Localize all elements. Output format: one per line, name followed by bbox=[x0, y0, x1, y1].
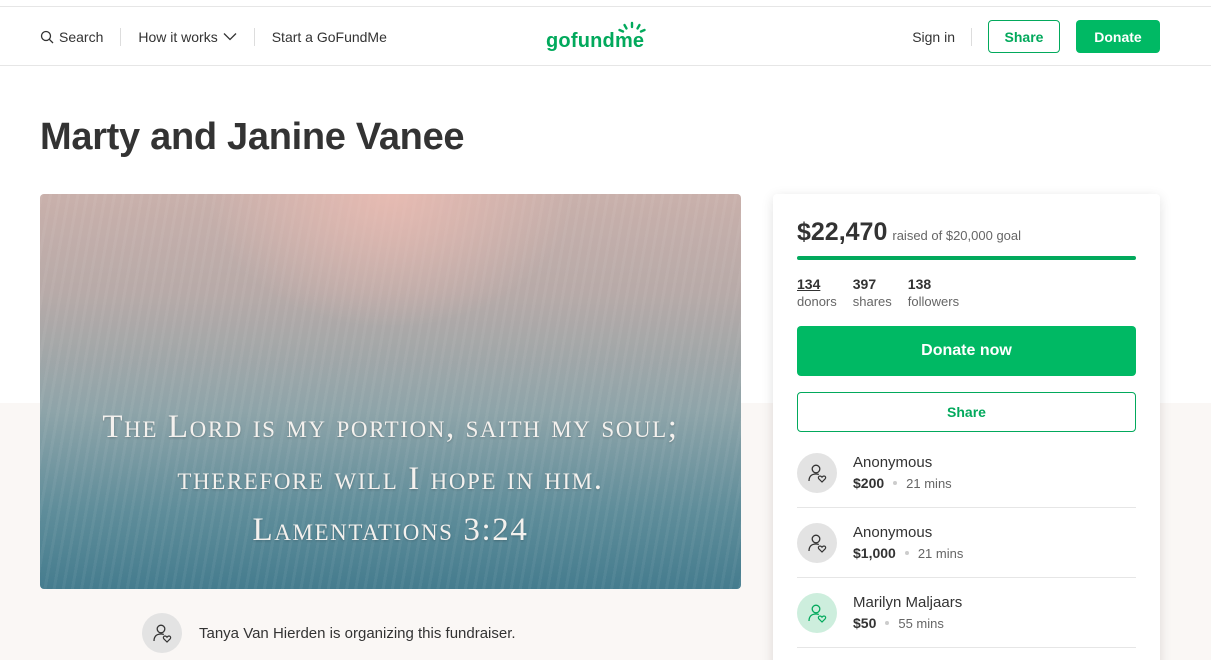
share-button[interactable]: Share bbox=[797, 392, 1136, 432]
donation-item: Anonymous $1,000 21 mins bbox=[797, 508, 1136, 578]
progress-bar-fill bbox=[797, 256, 1136, 260]
header-donate-button[interactable]: Donate bbox=[1076, 20, 1160, 53]
header-nav-left: Search How it works Start a GoFundMe bbox=[40, 7, 387, 66]
how-it-works-menu[interactable]: How it works bbox=[138, 28, 237, 45]
stat-shares: 397 shares bbox=[853, 276, 892, 309]
donor-avatar bbox=[797, 452, 837, 493]
top-strip bbox=[0, 0, 1211, 7]
donation-meta: $200 21 mins bbox=[853, 475, 952, 491]
donation-amount: $200 bbox=[853, 475, 885, 491]
search-label: Search bbox=[59, 28, 104, 45]
meta-separator-dot bbox=[893, 481, 898, 485]
goal-text: raised of $20,000 goal bbox=[892, 228, 1022, 243]
organizer-row: Tanya Van Hierden is organizing this fun… bbox=[142, 613, 516, 653]
donate-now-button[interactable]: Donate now bbox=[797, 326, 1136, 376]
nav-divider bbox=[120, 27, 122, 46]
donation-meta: $50 55 mins bbox=[853, 615, 962, 631]
search-icon bbox=[40, 30, 54, 43]
sign-in-link[interactable]: Sign in bbox=[912, 29, 955, 45]
user-heart-icon bbox=[808, 464, 827, 483]
donation-item: Anonymous $200 21 mins bbox=[797, 438, 1136, 508]
raised-amount: $22,470 bbox=[797, 218, 888, 246]
organizer-text: Tanya Van Hierden is organizing this fun… bbox=[199, 624, 516, 642]
donors-label: donors bbox=[797, 294, 837, 309]
shares-count: 397 bbox=[852, 276, 877, 292]
user-heart-icon bbox=[808, 534, 827, 553]
donation-time: 55 mins bbox=[898, 615, 944, 631]
donors-count[interactable]: 134 bbox=[797, 276, 837, 292]
header-share-button[interactable]: Share bbox=[988, 20, 1060, 53]
header-nav-right: Sign in Share Donate bbox=[912, 7, 1160, 66]
nav-divider bbox=[253, 27, 255, 46]
organizer-avatar bbox=[142, 613, 182, 653]
shares-label: shares bbox=[852, 294, 892, 309]
stat-followers: 138 followers bbox=[908, 276, 959, 309]
donor-avatar bbox=[797, 522, 837, 563]
meta-separator-dot bbox=[904, 551, 909, 555]
followers-label: followers bbox=[907, 294, 960, 309]
campaign-hero-image[interactable]: The Lord is my portion, saith my soul; t… bbox=[40, 194, 741, 589]
start-gofundme-link[interactable]: Start a GoFundMe bbox=[272, 29, 387, 45]
campaign-title: Marty and Janine Vanee bbox=[40, 116, 465, 158]
hero-quote-line-2: therefore will I hope in him. bbox=[177, 461, 604, 497]
search-link[interactable]: Search bbox=[40, 29, 103, 45]
donor-name: Anonymous bbox=[853, 454, 933, 471]
followers-count: 138 bbox=[907, 276, 932, 292]
recent-donations-list: Anonymous $200 21 mins Anonymous $1,000 … bbox=[797, 438, 1136, 648]
hero-quote-line-3: Lamentations 3:24 bbox=[252, 512, 529, 548]
donor-avatar bbox=[797, 592, 837, 633]
user-heart-icon bbox=[153, 624, 172, 643]
stat-donors[interactable]: 134 donors bbox=[797, 276, 837, 309]
meta-separator-dot bbox=[885, 621, 890, 625]
logo-text: gofundme bbox=[546, 30, 645, 52]
donor-name: Marilyn Maljaars bbox=[853, 594, 963, 611]
donation-item: Marilyn Maljaars $50 55 mins bbox=[797, 578, 1136, 648]
donation-info: Marilyn Maljaars $50 55 mins bbox=[853, 594, 962, 631]
hero-quote-line-1: The Lord is my portion, saith my soul; bbox=[102, 409, 679, 445]
nav-divider bbox=[971, 27, 972, 46]
user-heart-icon bbox=[808, 604, 827, 623]
campaign-stats: 134 donors 397 shares 138 followers bbox=[797, 276, 959, 309]
donation-time: 21 mins bbox=[906, 475, 952, 491]
donation-sidebar-card: $22,470 raised of $20,000 goal 134 donor… bbox=[773, 194, 1160, 660]
chevron-down-icon bbox=[223, 33, 237, 41]
site-header: Search How it works Start a GoFundMe gof… bbox=[0, 7, 1211, 66]
donation-meta: $1,000 21 mins bbox=[853, 545, 963, 561]
gofundme-logo[interactable]: gofundme bbox=[546, 21, 656, 55]
start-gofundme-label: Start a GoFundMe bbox=[271, 28, 387, 45]
donation-info: Anonymous $1,000 21 mins bbox=[853, 524, 963, 561]
donation-amount: $1,000 bbox=[853, 545, 896, 561]
how-it-works-label: How it works bbox=[138, 28, 218, 45]
raised-summary: $22,470 raised of $20,000 goal bbox=[797, 218, 1021, 247]
donor-name: Anonymous bbox=[853, 524, 933, 541]
donation-amount: $50 bbox=[853, 615, 877, 631]
donation-time: 21 mins bbox=[917, 545, 964, 561]
donation-info: Anonymous $200 21 mins bbox=[853, 454, 952, 491]
progress-bar bbox=[797, 256, 1136, 260]
